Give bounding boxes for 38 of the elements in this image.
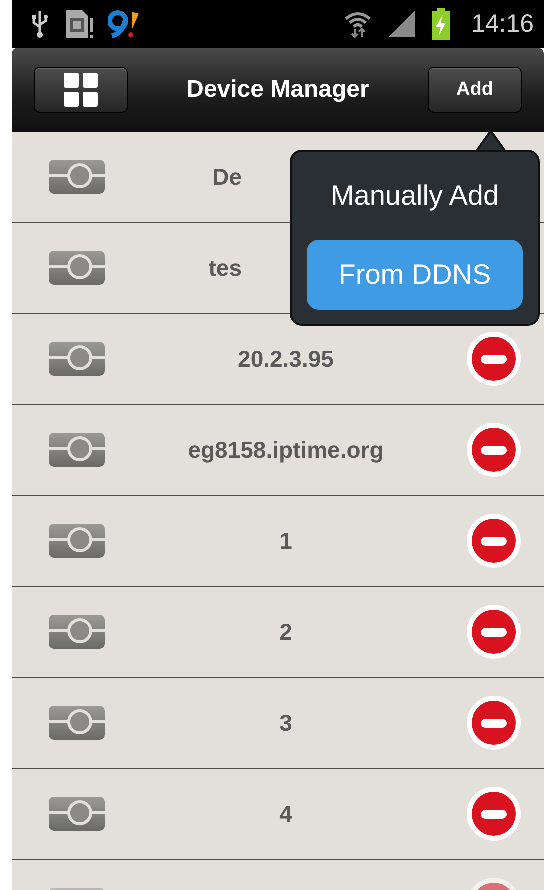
camera-icon <box>48 341 106 377</box>
menu-item[interactable]: From DDNS <box>307 240 523 310</box>
clock-time: 14:16 <box>471 10 534 38</box>
delete-button[interactable] <box>466 513 522 569</box>
delete-button[interactable] <box>466 604 522 660</box>
camera-icon <box>48 614 106 650</box>
delete-button[interactable] <box>466 786 522 842</box>
usb-icon <box>30 9 50 39</box>
add-button[interactable]: Add <box>428 67 522 113</box>
delete-button[interactable] <box>466 695 522 751</box>
delete-button[interactable] <box>466 422 522 478</box>
device-row[interactable]: 2 <box>12 587 544 678</box>
device-name: 2 <box>280 618 292 646</box>
device-name: 4 <box>280 800 292 828</box>
sim-card-icon <box>64 8 94 40</box>
battery-charging-icon <box>431 8 452 40</box>
screen-title: Device Manager <box>186 76 370 104</box>
device-row[interactable]: 1 <box>12 496 544 587</box>
signal-icon <box>387 9 418 39</box>
device-name: De <box>212 164 242 190</box>
device-name: 20.2.3.95 <box>238 346 334 372</box>
device-row[interactable]: 3 <box>12 678 544 769</box>
grid-icon <box>64 73 98 107</box>
camera-icon <box>48 523 106 559</box>
device-row[interactable]: 4 <box>12 769 544 860</box>
camera-icon <box>48 250 106 286</box>
camera-icon <box>48 705 106 741</box>
device-name: tes <box>208 254 242 282</box>
camera-icon <box>48 796 106 832</box>
device-row[interactable]: eg8158.iptime.org <box>12 405 544 496</box>
camera-icon <box>48 432 106 468</box>
device-name: eg8158.iptime.org <box>188 436 384 464</box>
device-name: 1 <box>280 528 292 554</box>
delete-button[interactable] <box>466 331 522 387</box>
app-logo-icon <box>108 10 140 38</box>
device-name: 3 <box>280 710 292 736</box>
camera-icon <box>48 159 106 195</box>
grid-menu-button[interactable] <box>34 67 128 113</box>
